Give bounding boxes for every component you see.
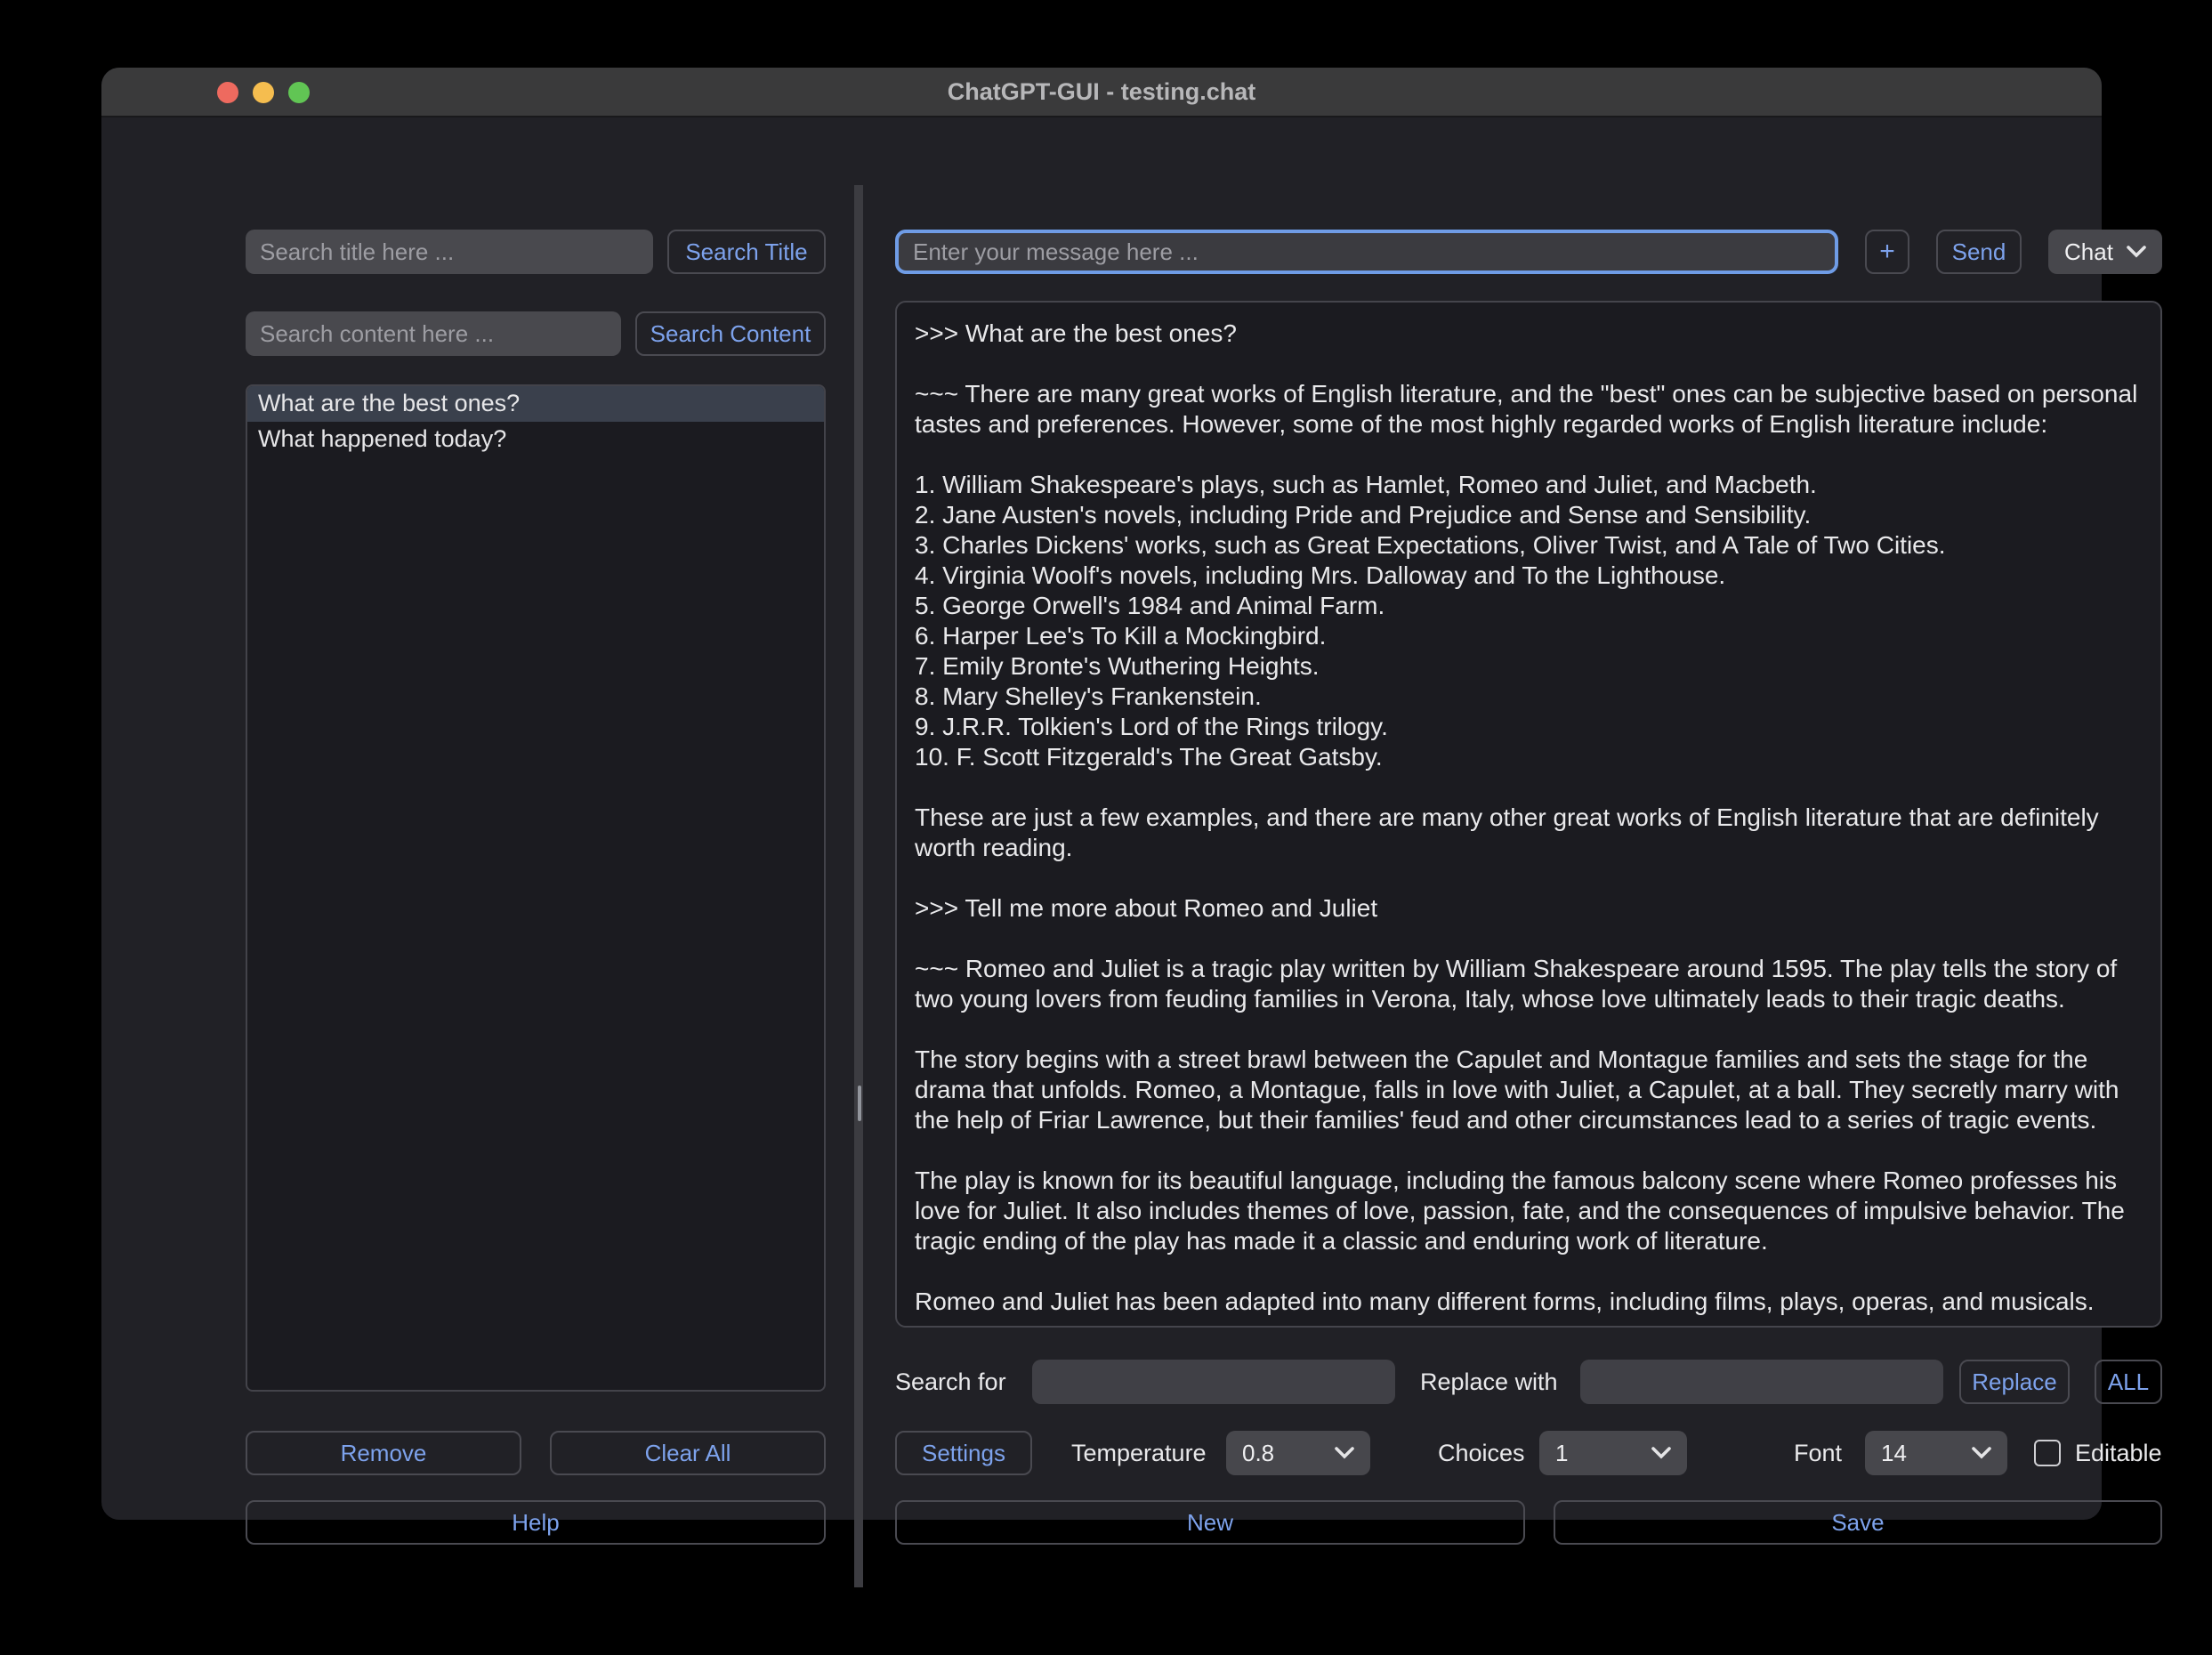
save-button[interactable]: Save <box>1554 1500 2162 1545</box>
replace-with-label: Replace with <box>1420 1368 1558 1395</box>
choices-label: Choices <box>1438 1440 1525 1466</box>
list-item[interactable]: What happened today? <box>247 422 824 457</box>
add-button[interactable]: + <box>1865 230 1909 274</box>
window-title: ChatGPT-GUI - testing.chat <box>947 78 1256 105</box>
search-content-input[interactable] <box>246 311 621 356</box>
chevron-down-icon <box>2127 246 2146 258</box>
temperature-select[interactable]: 0.8 <box>1226 1431 1370 1475</box>
temperature-label: Temperature <box>1071 1440 1207 1466</box>
pane-splitter[interactable] <box>854 185 863 1587</box>
list-item-selected[interactable]: What are the best ones? <box>247 386 824 422</box>
search-title-button[interactable]: Search Title <box>667 230 826 274</box>
conversation-area[interactable]: >>> What are the best ones? ~~~ There ar… <box>895 301 2162 1328</box>
editable-checkbox[interactable] <box>2034 1440 2061 1466</box>
screen: ChatGPT-GUI - testing.chat Search Title … <box>0 0 2212 1655</box>
chevron-down-icon <box>1335 1447 1354 1459</box>
font-label: Font <box>1794 1440 1843 1466</box>
search-for-label: Search for <box>895 1368 1006 1395</box>
choices-select[interactable]: 1 <box>1539 1431 1687 1475</box>
settings-button[interactable]: Settings <box>895 1431 1032 1475</box>
choices-value: 1 <box>1555 1440 1569 1466</box>
replace-with-input[interactable] <box>1580 1360 1943 1404</box>
remove-button[interactable]: Remove <box>246 1431 521 1475</box>
chevron-down-icon <box>1972 1447 1991 1459</box>
chevron-down-icon <box>1651 1447 1671 1459</box>
conversation-text: >>> What are the best ones? ~~~ There ar… <box>915 319 2138 1315</box>
temperature-value: 0.8 <box>1242 1440 1275 1466</box>
app-window: ChatGPT-GUI - testing.chat Search Title … <box>101 68 2162 1587</box>
new-button[interactable]: New <box>895 1500 1525 1545</box>
search-content-button[interactable]: Search Content <box>635 311 826 356</box>
titlebar: ChatGPT-GUI - testing.chat <box>101 68 2102 117</box>
font-size-select[interactable]: 14 <box>1865 1431 2007 1475</box>
splitter-handle-icon <box>857 1086 860 1121</box>
font-size-value: 14 <box>1881 1440 1907 1466</box>
search-for-input[interactable] <box>1032 1360 1395 1404</box>
editable-label: Editable <box>2075 1440 2162 1466</box>
message-input[interactable] <box>895 230 1838 274</box>
search-title-input[interactable] <box>246 230 653 274</box>
mode-select[interactable]: Chat <box>2048 230 2162 274</box>
clear-all-button[interactable]: Clear All <box>550 1431 826 1475</box>
replace-all-button[interactable]: ALL <box>2095 1360 2162 1404</box>
chat-history-list: What are the best ones? What happened to… <box>246 384 826 1392</box>
send-button[interactable]: Send <box>1936 230 2022 274</box>
replace-button[interactable]: Replace <box>1959 1360 2070 1404</box>
mode-select-value: Chat <box>2064 238 2113 265</box>
help-button[interactable]: Help <box>246 1500 826 1545</box>
